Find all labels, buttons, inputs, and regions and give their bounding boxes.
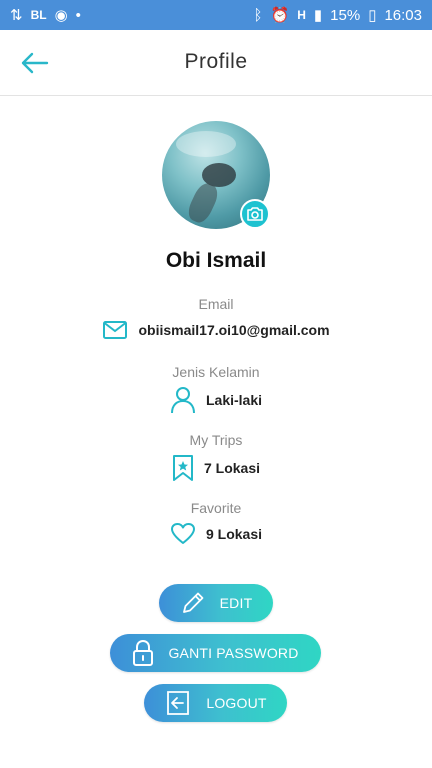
gender-row: Laki-laki — [0, 386, 432, 414]
favorite-row: 9 Lokasi — [0, 522, 432, 546]
user-icon — [170, 387, 195, 414]
clock: 16:03 — [384, 6, 422, 24]
usb-icon: ⇅ — [10, 7, 23, 24]
avatar-container — [162, 121, 270, 229]
alarm-icon: ⏰ — [270, 7, 290, 24]
bookmark-star-icon — [172, 455, 193, 481]
trips-value: 7 Lokasi — [203, 460, 261, 476]
logout-label: LOGOUT — [206, 695, 267, 711]
email-row: obiismail17.oi10@gmail.com — [0, 320, 432, 340]
signal-icon: ▮ — [313, 7, 323, 24]
favorite-label: Favorite — [190, 500, 242, 516]
gender-label: Jenis Kelamin — [172, 364, 260, 380]
edit-label: EDIT — [219, 595, 253, 611]
app-bar: Profile — [0, 30, 432, 96]
status-left: ⇅ BL ◉ • — [10, 6, 81, 25]
status-right: ᛒ ⏰ H ▮ 15% ▯ 16:03 — [253, 6, 422, 25]
trips-label: My Trips — [189, 432, 243, 448]
network-icon: H — [297, 8, 306, 22]
change-photo-button[interactable] — [240, 199, 270, 229]
status-carrier-text: BL — [30, 8, 47, 22]
logout-button[interactable]: LOGOUT — [144, 684, 287, 722]
mail-icon — [103, 321, 128, 339]
edit-button[interactable]: EDIT — [159, 584, 273, 622]
change-password-button[interactable]: GANTI PASSWORD — [110, 634, 321, 672]
gender-value: Laki-laki — [205, 392, 263, 408]
lock-icon — [133, 639, 154, 666]
camera-icon — [247, 207, 263, 221]
battery-icon: ▯ — [368, 7, 377, 24]
trips-row: 7 Lokasi — [0, 454, 432, 482]
app-notification-icon: ◉ — [54, 7, 68, 24]
user-name: Obi Ismail — [165, 249, 267, 272]
change-password-label: GANTI PASSWORD — [168, 645, 299, 661]
favorite-value: 9 Lokasi — [205, 526, 263, 542]
pencil-icon — [182, 592, 204, 613]
email-value: obiismail17.oi10@gmail.com — [138, 322, 330, 338]
heart-icon — [170, 523, 195, 544]
bluetooth-icon: ᛒ — [253, 6, 263, 24]
page-title: Profile — [184, 50, 248, 73]
logout-icon — [167, 691, 190, 715]
battery-percent: 15% — [330, 6, 361, 24]
email-label: Email — [198, 296, 234, 312]
dot-icon: • — [75, 6, 81, 24]
status-bar: ⇅ BL ◉ • ᛒ ⏰ H ▮ 15% ▯ 16:03 — [0, 0, 432, 30]
